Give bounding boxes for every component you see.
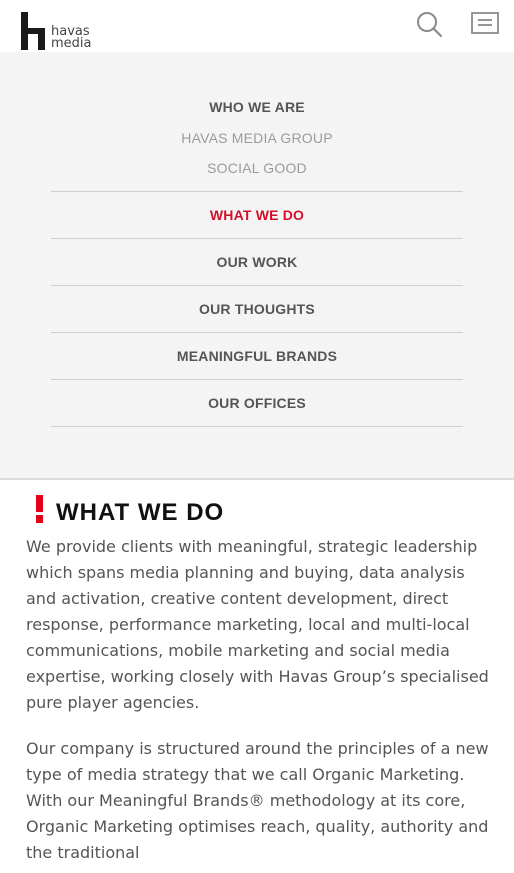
logo-wordmark: havas media — [51, 25, 92, 51]
nav-item-our-offices[interactable]: OUR OFFICES — [51, 379, 463, 427]
subnav-heading-who-we-are[interactable]: WHO WE ARE — [0, 92, 514, 123]
subnav-item-social-good[interactable]: SOCIAL GOOD — [0, 153, 514, 184]
who-we-are-subnav: WHO WE ARE HAVAS MEDIA GROUP SOCIAL GOOD — [0, 92, 514, 184]
paragraph-organic-marketing: Our company is structured around the pri… — [26, 739, 489, 862]
subnav-item-havas-media-group[interactable]: HAVAS MEDIA GROUP — [0, 123, 514, 154]
title-marker-icon — [36, 495, 43, 523]
page: havas media WHO WE ARE HAVAS MEDIA GROUP… — [0, 0, 514, 873]
body-text: We provide clients with meaningful, stra… — [26, 534, 496, 873]
page-title: WHAT WE DO — [56, 499, 225, 526]
havas-h-logo-mark — [21, 12, 45, 50]
nav-item-our-thoughts[interactable]: OUR THOUGHTS — [51, 285, 463, 332]
nav-item-what-we-do[interactable]: WHAT WE DO — [51, 191, 463, 238]
paragraph-services: We provide clients with meaningful, stra… — [26, 537, 489, 712]
search-icon[interactable] — [415, 10, 443, 38]
menu-icon[interactable] — [471, 12, 499, 34]
nav-item-meaningful-brands[interactable]: MEANINGFUL BRANDS — [51, 332, 463, 379]
nav-item-our-work[interactable]: OUR WORK — [51, 238, 463, 285]
havas-media-logo[interactable]: havas media — [21, 12, 111, 52]
navigation-menu-panel: WHO WE ARE HAVAS MEDIA GROUP SOCIAL GOOD… — [0, 52, 514, 480]
logo-line-media: media — [51, 36, 92, 51]
site-header: havas media — [0, 0, 514, 52]
main-nav-list: WHAT WE DO OUR WORK OUR THOUGHTS MEANING… — [51, 191, 463, 427]
